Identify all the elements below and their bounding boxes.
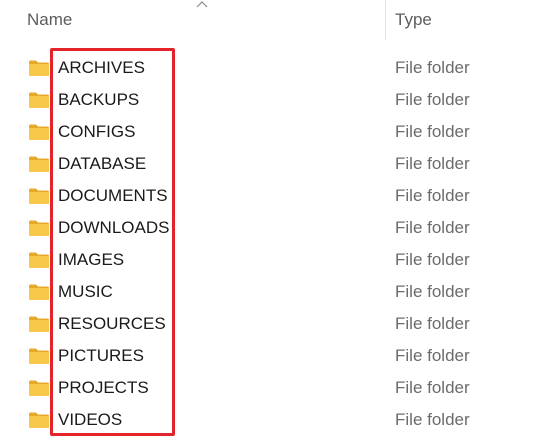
folder-icon (29, 412, 49, 428)
list-item-documents[interactable]: DOCUMENTS File folder (0, 180, 550, 212)
file-type: File folder (395, 314, 470, 333)
folder-icon (29, 348, 49, 364)
file-name: VIDEOS (58, 410, 123, 429)
folder-icon (29, 92, 49, 108)
list-item-projects[interactable]: PROJECTS File folder (0, 372, 550, 404)
list-item-videos[interactable]: VIDEOS File folder (0, 404, 550, 436)
file-name: DOWNLOADS (58, 218, 170, 237)
column-header-name[interactable]: Name (27, 0, 357, 40)
folder-icon (29, 124, 49, 140)
column-divider[interactable] (385, 0, 386, 40)
list-item-images[interactable]: IMAGES File folder (0, 244, 550, 276)
file-name: BACKUPS (58, 90, 140, 109)
column-header-name-label: Name (27, 10, 73, 29)
file-type: File folder (395, 154, 470, 173)
folder-icon (29, 284, 49, 300)
file-type: File folder (395, 410, 470, 429)
file-type: File folder (395, 346, 470, 365)
file-name: PROJECTS (58, 378, 149, 397)
folder-icon (29, 188, 49, 204)
file-type: File folder (395, 90, 470, 109)
column-header-type-label: Type (395, 10, 432, 29)
file-name: PICTURES (58, 346, 144, 365)
folder-icon (29, 156, 49, 172)
file-name: ARCHIVES (58, 58, 145, 77)
list-item-backups[interactable]: BACKUPS File folder (0, 84, 550, 116)
list-item-configs[interactable]: CONFIGS File folder (0, 116, 550, 148)
file-type: File folder (395, 218, 470, 237)
file-type: File folder (395, 250, 470, 269)
chevron-up-icon[interactable] (196, 0, 208, 8)
list-item-resources[interactable]: RESOURCES File folder (0, 308, 550, 340)
file-type: File folder (395, 58, 470, 77)
file-type: File folder (395, 378, 470, 397)
file-name: DOCUMENTS (58, 186, 168, 205)
list-item-pictures[interactable]: PICTURES File folder (0, 340, 550, 372)
file-name: CONFIGS (58, 122, 136, 141)
folder-icon (29, 220, 49, 236)
folder-icon (29, 60, 49, 76)
file-name: MUSIC (58, 282, 113, 301)
folder-icon (29, 252, 49, 268)
file-type: File folder (395, 122, 470, 141)
folder-icon (29, 380, 49, 396)
file-name: IMAGES (58, 250, 125, 269)
list-item-downloads[interactable]: DOWNLOADS File folder (0, 212, 550, 244)
file-type: File folder (395, 186, 470, 205)
file-name: DATABASE (58, 154, 147, 173)
column-header-type[interactable]: Type (395, 0, 545, 40)
list-item-archives[interactable]: ARCHIVES File folder (0, 52, 550, 84)
list-item-database[interactable]: DATABASE File folder (0, 148, 550, 180)
file-name: RESOURCES (58, 314, 166, 333)
file-list: ARCHIVES File folder BACKUPS File folder… (0, 52, 550, 436)
file-type: File folder (395, 282, 470, 301)
folder-icon (29, 316, 49, 332)
file-explorer-list: Name Type ARCHIVES File folder BACKUPS F… (0, 0, 550, 448)
list-item-music[interactable]: MUSIC File folder (0, 276, 550, 308)
